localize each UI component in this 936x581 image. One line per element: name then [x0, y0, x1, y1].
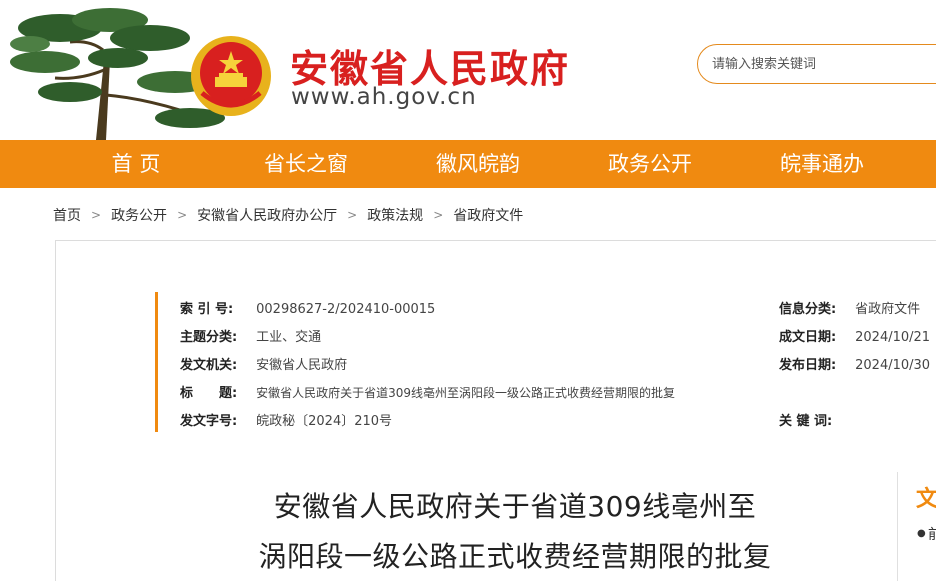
site-url: www.ah.gov.cn	[291, 84, 477, 110]
meta-issuer-value: 安徽省人民政府	[256, 358, 348, 373]
breadcrumb-home[interactable]: 首页	[53, 205, 81, 225]
meta-topic-label: 主题分类:	[180, 330, 238, 345]
meta-index: 索 引 号: 00298627-2/202410-00015	[180, 298, 435, 317]
breadcrumb-general-office[interactable]: 安徽省人民政府办公厅	[197, 205, 337, 225]
meta-created: 成文日期: 2024/10/21	[779, 326, 930, 345]
meta-index-label: 索 引 号:	[180, 302, 234, 317]
bullet-icon: ●	[917, 528, 926, 539]
meta-created-label: 成文日期:	[779, 330, 837, 345]
meta-issuer-label: 发文机关:	[180, 358, 238, 373]
chevron-right-icon: >	[347, 208, 358, 222]
breadcrumb-provincial-docs[interactable]: 省政府文件	[453, 205, 523, 225]
document-title-line1: 安徽省人民政府关于省道309线亳州至	[273, 490, 757, 523]
search-box	[697, 44, 936, 84]
meta-docno-label: 发文字号:	[180, 414, 238, 429]
side-panel-item[interactable]: 前	[928, 524, 936, 544]
meta-docno-value: 皖政秘〔2024〕210号	[256, 414, 393, 429]
nav-hui-culture[interactable]: 徽风皖韵	[408, 140, 548, 188]
meta-category-value: 省政府文件	[855, 302, 921, 317]
breadcrumb: 首页 > 政务公开 > 安徽省人民政府办公厅 > 政策法规 > 省政府文件	[53, 205, 523, 225]
meta-category-label: 信息分类:	[779, 302, 837, 317]
meta-published-label: 发布日期:	[779, 358, 837, 373]
search-input[interactable]	[698, 45, 928, 83]
breadcrumb-policies[interactable]: 政策法规	[367, 205, 423, 225]
meta-published: 发布日期: 2024/10/30	[779, 354, 930, 373]
chevron-right-icon: >	[91, 208, 102, 222]
breadcrumb-gov-affairs[interactable]: 政务公开	[111, 205, 167, 225]
meta-category: 信息分类: 省政府文件	[779, 298, 920, 317]
site-header: 安徽省人民政府 www.ah.gov.cn	[0, 0, 936, 140]
nav-gov-affairs[interactable]: 政务公开	[580, 140, 720, 188]
meta-title-label: 标 题:	[180, 386, 238, 401]
meta-keywords-label: 关 键 词:	[779, 414, 833, 429]
meta-topic: 主题分类: 工业、交通	[180, 326, 321, 345]
document-title-line2: 涡阳段一级公路正式收费经营期限的批复	[258, 540, 772, 573]
chevron-right-icon: >	[177, 208, 188, 222]
meta-topic-value: 工业、交通	[256, 330, 322, 345]
meta-published-value: 2024/10/30	[855, 358, 931, 373]
chevron-right-icon: >	[433, 208, 444, 222]
main-nav: 首 页 省长之窗 徽风皖韵 政务公开 皖事通办	[0, 140, 936, 188]
meta-created-value: 2024/10/21	[855, 330, 931, 345]
meta-keywords: 关 键 词:	[779, 410, 855, 429]
meta-accent-bar	[155, 292, 158, 432]
meta-title-value: 安徽省人民政府关于省道309线亳州至涡阳段一级公路正式收费经营期限的批复	[256, 386, 676, 400]
meta-issuer: 发文机关: 安徽省人民政府	[180, 354, 347, 373]
meta-docno: 发文字号: 皖政秘〔2024〕210号	[180, 410, 392, 429]
side-panel-heading: 文	[916, 487, 936, 512]
nav-services[interactable]: 皖事通办	[752, 140, 892, 188]
nav-governor-window[interactable]: 省长之窗	[236, 140, 376, 188]
meta-index-value: 00298627-2/202410-00015	[256, 302, 436, 317]
national-emblem-icon	[191, 36, 271, 116]
meta-title: 标 题: 安徽省人民政府关于省道309线亳州至涡阳段一级公路正式收费经营期限的批…	[180, 382, 675, 401]
nav-home[interactable]: 首 页	[66, 140, 206, 188]
